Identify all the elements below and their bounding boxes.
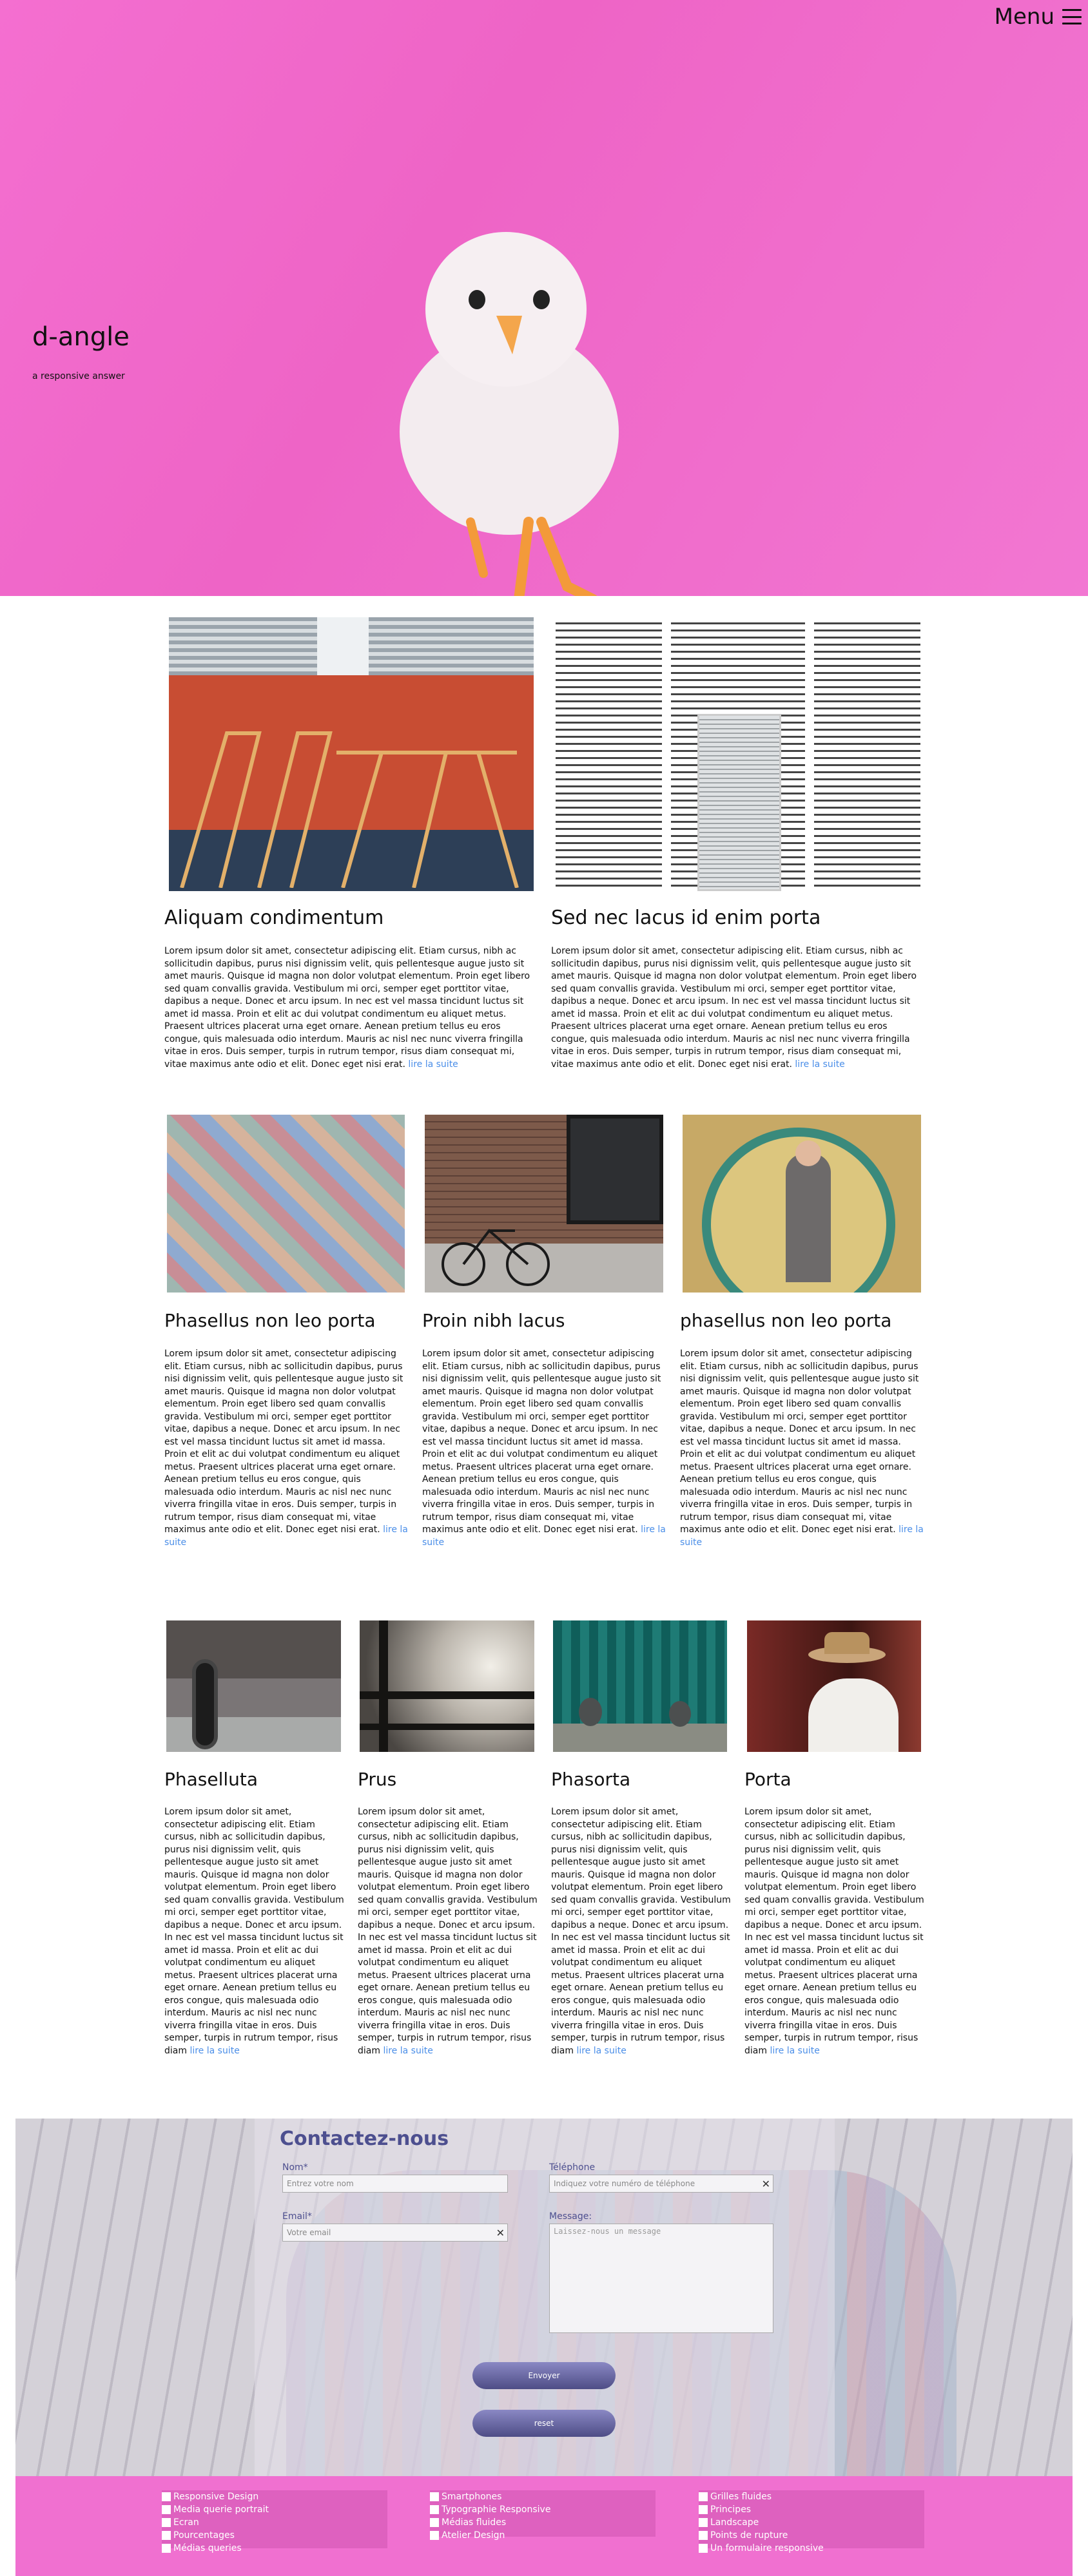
checkbox-icon	[162, 2518, 171, 2527]
clear-email-icon[interactable]: ✕	[496, 2227, 505, 2239]
card-title: Phasellus non leo porta	[164, 1310, 376, 1331]
footer-link[interactable]: Grilles fluides	[699, 2490, 924, 2503]
footer-link[interactable]: Médias queries	[162, 2542, 387, 2555]
footer: Responsive Design Media querie portrait …	[15, 2476, 1073, 2576]
card-text: Lorem ipsum dolor sit amet, consectetur …	[744, 1807, 924, 2056]
card-title: Phasorta	[551, 1769, 631, 1790]
checkbox-icon	[430, 2531, 439, 2540]
checkbox-icon	[430, 2505, 439, 2514]
card-text: Lorem ipsum dolor sit amet, consectetur …	[422, 1349, 666, 1548]
clear-phone-icon[interactable]: ✕	[762, 2178, 770, 2190]
reset-button[interactable]: reset	[472, 2410, 616, 2437]
footer-link[interactable]: Media querie portrait	[162, 2503, 387, 2516]
footer-link[interactable]: Principes	[699, 2503, 924, 2516]
card-image-birds	[553, 1620, 727, 1752]
message-label: Message:	[549, 2211, 592, 2222]
read-more-link[interactable]: lire la suite	[795, 1059, 844, 1070]
card-title: Sed nec lacus id enim porta	[551, 907, 821, 929]
card-title: Aliquam condimentum	[164, 907, 384, 929]
card-text: Lorem ipsum dolor sit amet, consectetur …	[358, 1807, 538, 2056]
card-title: Prus	[358, 1769, 397, 1790]
card-image-hat	[747, 1620, 921, 1752]
card-image-chairs	[169, 617, 534, 891]
card-image-bicycle	[425, 1115, 663, 1293]
phone-label: Téléphone	[549, 2162, 596, 2173]
card-title: Phaselluta	[164, 1769, 258, 1790]
card-text: Lorem ipsum dolor sit amet, consectetur …	[680, 1349, 924, 1548]
checkbox-icon	[699, 2518, 708, 2527]
card-title: phasellus non leo porta	[680, 1310, 892, 1331]
footer-link[interactable]: Smartphones	[430, 2490, 656, 2503]
phone-field[interactable]: Indiquez votre numéro de téléphone ✕	[549, 2175, 773, 2193]
site-title: d-angle	[32, 322, 130, 352]
read-more-link[interactable]: lire la suite	[770, 2046, 819, 2056]
card-text: Lorem ipsum dolor sit amet, consectetur …	[551, 946, 917, 1070]
checkbox-icon	[699, 2531, 708, 2540]
checkbox-icon	[699, 2492, 708, 2501]
card-title: Porta	[744, 1769, 792, 1790]
card-image-tiles	[167, 1115, 405, 1293]
read-more-link[interactable]: lire la suite	[189, 2046, 239, 2056]
card-text: Lorem ipsum dolor sit amet, consectetur …	[164, 1349, 408, 1548]
card-title: Proin nibh lacus	[422, 1310, 565, 1331]
menu-label: Menu	[994, 4, 1054, 30]
checkbox-icon	[162, 2492, 171, 2501]
footer-link[interactable]: Un formulaire responsive	[699, 2542, 924, 2555]
footer-link[interactable]: Médias fluides	[430, 2516, 656, 2529]
checkbox-icon	[699, 2544, 708, 2553]
card-text: Lorem ipsum dolor sit amet, consectetur …	[164, 946, 530, 1070]
card-image-window	[360, 1620, 534, 1752]
read-more-link[interactable]: lire la suite	[408, 1059, 458, 1070]
card-image-door	[556, 617, 920, 891]
footer-link[interactable]: Typographie Responsive	[430, 2503, 656, 2516]
footer-column-3: Grilles fluides Principes Landscape Poin…	[699, 2490, 924, 2553]
footer-link[interactable]: Atelier Design	[430, 2529, 656, 2542]
checkbox-icon	[430, 2492, 439, 2501]
checkbox-icon	[699, 2505, 708, 2514]
card-text: Lorem ipsum dolor sit amet, consectetur …	[164, 1807, 344, 2056]
email-label: Email*	[282, 2211, 312, 2222]
checkbox-icon	[162, 2505, 171, 2514]
footer-link[interactable]: Ecran	[162, 2516, 387, 2529]
checkbox-icon	[162, 2531, 171, 2540]
contact-title: Contactez-nous	[280, 2128, 449, 2150]
checkbox-icon	[162, 2544, 171, 2553]
footer-link[interactable]: Points de rupture	[699, 2529, 924, 2542]
chick-image	[400, 232, 619, 596]
read-more-link[interactable]: lire la suite	[576, 2046, 626, 2056]
footer-column-2: Smartphones Typographie Responsive Média…	[430, 2490, 656, 2541]
card-text: Lorem ipsum dolor sit amet, consectetur …	[551, 1807, 731, 2056]
checkbox-icon	[430, 2518, 439, 2527]
footer-column-1: Responsive Design Media querie portrait …	[162, 2490, 387, 2553]
hamburger-icon	[1062, 9, 1082, 24]
card-image-woman	[683, 1115, 921, 1293]
footer-link[interactable]: Landscape	[699, 2516, 924, 2529]
site-tagline: a responsive answer	[32, 371, 125, 381]
footer-link[interactable]: Responsive Design	[162, 2490, 387, 2503]
name-label: Nom*	[282, 2162, 308, 2173]
contact-section: Contactez-nous Nom* Entrez votre nom Ema…	[15, 2119, 1073, 2476]
message-textarea[interactable]: Laissez-nous un message	[549, 2224, 773, 2333]
card-image-tire	[166, 1620, 341, 1752]
name-field[interactable]: Entrez votre nom	[282, 2175, 508, 2193]
email-field[interactable]: Votre email ✕	[282, 2224, 508, 2242]
footer-link[interactable]: Pourcentages	[162, 2529, 387, 2542]
read-more-link[interactable]: lire la suite	[383, 2046, 432, 2056]
hero-banner: Menu d-angle a responsive answer	[0, 0, 1088, 596]
send-button[interactable]: Envoyer	[472, 2362, 616, 2389]
menu-button[interactable]: Menu	[995, 4, 1082, 30]
